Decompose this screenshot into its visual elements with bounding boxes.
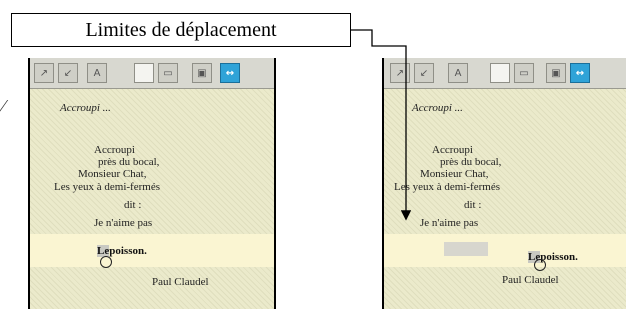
poem-line: Monsieur Chat,: [78, 168, 147, 180]
word-text: poisson.: [109, 245, 147, 257]
poem-line: Les yeux à demi-fermés: [394, 181, 500, 193]
drop-zone-band: [30, 234, 274, 267]
poem-line: Monsieur Chat,: [420, 168, 489, 180]
poem-line: près du bocal,: [98, 156, 160, 168]
save-icon: ▣: [197, 67, 207, 79]
poem-line: Je n'aime pas: [94, 217, 153, 229]
move-limits-button[interactable]: ↔: [220, 63, 240, 83]
redo-button[interactable]: ↙: [414, 63, 434, 83]
horizontal-arrows-icon: ↔: [225, 67, 235, 79]
word-gap-placeholder: [444, 242, 488, 256]
undo-button[interactable]: ↗: [34, 63, 54, 83]
disabled-icon: ▭: [519, 67, 529, 79]
toolbar: ↗ ↙ A ▭ ▣ ↔: [384, 58, 626, 89]
word-text: poisson.: [540, 251, 578, 263]
undo-icon: ↗: [395, 67, 405, 79]
font-size-button[interactable]: A: [448, 63, 468, 83]
undo-icon: ↗: [39, 67, 49, 79]
poem-title: Accroupi ...: [412, 102, 463, 114]
disabled-button: ▭: [158, 63, 178, 83]
callout-text: Limites de déplacement: [85, 18, 277, 41]
font-size-icon: A: [454, 67, 462, 79]
save-button[interactable]: ▣: [192, 63, 212, 83]
poem-line: Les yeux à demi-fermés: [54, 181, 160, 193]
drop-zone-band: [384, 234, 626, 267]
poem-line: près du bocal,: [440, 156, 502, 168]
margin-mark: ⁄: [2, 96, 6, 116]
font-size-button[interactable]: A: [87, 63, 107, 83]
disabled-button: ▭: [514, 63, 534, 83]
poem-line: dit :: [464, 199, 482, 211]
move-limits-button[interactable]: ↔: [570, 63, 590, 83]
drag-cursor-icon: [100, 256, 112, 268]
new-page-button[interactable]: [134, 63, 154, 83]
save-button[interactable]: ▣: [546, 63, 566, 83]
toolbar: ↗ ↙ A ▭ ▣ ↔: [30, 58, 274, 89]
poem-author: Paul Claudel: [502, 274, 559, 286]
callout-label: Limites de déplacement: [11, 13, 351, 47]
screenshot-panel-after: ↗ ↙ A ▭ ▣ ↔ Accroupi ... Accroupi près d…: [382, 58, 626, 309]
poem-author: Paul Claudel: [152, 276, 209, 288]
screenshot-panel-before: ↗ ↙ A ▭ ▣ ↔ Accroupi ... Accroupi près d…: [28, 58, 276, 309]
redo-button[interactable]: ↙: [58, 63, 78, 83]
horizontal-arrows-icon: ↔: [575, 67, 585, 79]
poem-line: Accroupi: [94, 144, 135, 156]
poem-line: Accroupi: [432, 144, 473, 156]
redo-icon: ↙: [419, 67, 429, 79]
redo-icon: ↙: [63, 67, 73, 79]
save-icon: ▣: [551, 67, 561, 79]
drag-cursor-icon: [534, 259, 546, 271]
poem-line: dit :: [124, 199, 142, 211]
new-page-button[interactable]: [490, 63, 510, 83]
poem-title: Accroupi ...: [60, 102, 111, 114]
undo-button[interactable]: ↗: [390, 63, 410, 83]
poem-line: Je n'aime pas: [420, 217, 479, 229]
disabled-icon: ▭: [163, 67, 173, 79]
font-size-icon: A: [93, 67, 101, 79]
